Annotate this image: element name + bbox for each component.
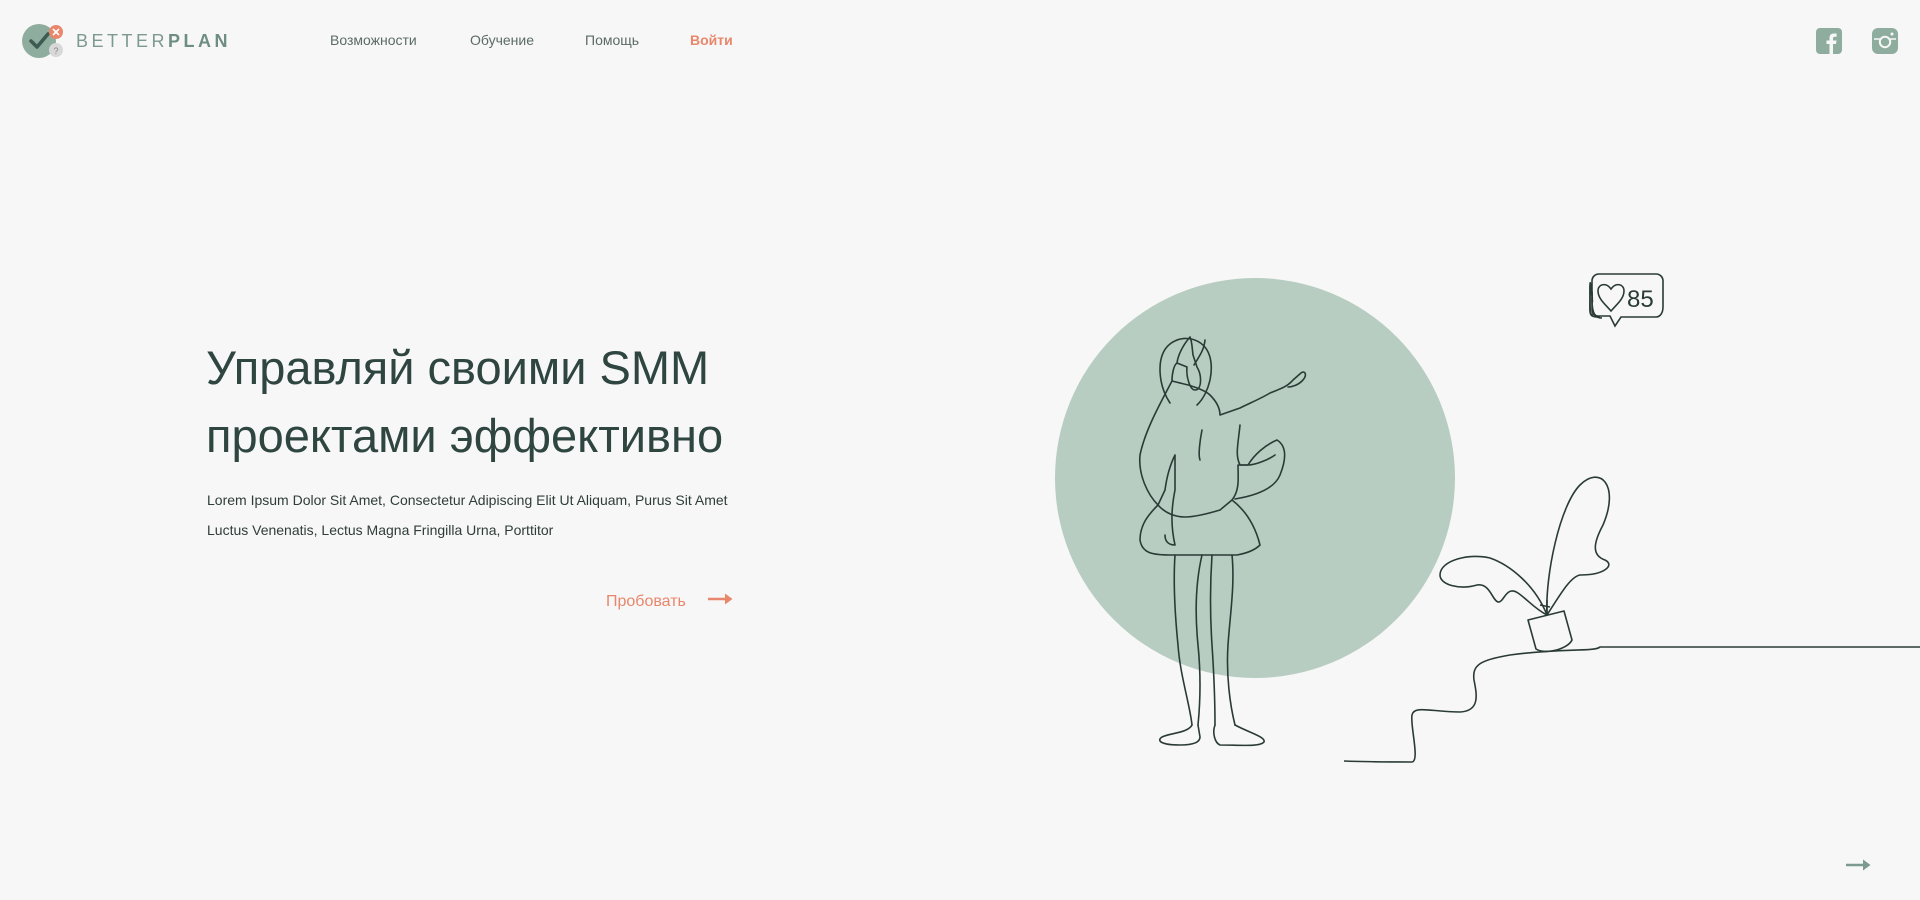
- arrow-right-icon: [707, 592, 734, 611]
- background-circle: [1055, 278, 1455, 678]
- nav-item-features[interactable]: Возможности: [330, 32, 417, 48]
- next-slide-arrow-icon[interactable]: [1846, 858, 1872, 877]
- site-header: ? BETTERPLAN Возможности Обучение Помощь…: [0, 0, 1920, 80]
- login-link[interactable]: Войти: [690, 32, 733, 48]
- hero-title-line-2: проектами эффективно: [206, 409, 724, 462]
- try-button[interactable]: Пробовать: [606, 592, 734, 611]
- facebook-icon[interactable]: [1816, 28, 1842, 54]
- plant-pot: [1439, 476, 1611, 653]
- hero-title-line-1: Управляй своими SMM: [206, 341, 710, 394]
- like-count: 85: [1627, 286, 1654, 313]
- svg-text:?: ?: [53, 46, 58, 56]
- hero-illustration: 85: [1040, 255, 1920, 795]
- instagram-icon[interactable]: [1872, 28, 1898, 54]
- brand-name-bold: PLAN: [168, 30, 232, 51]
- floor-line: [1343, 646, 1920, 763]
- logo-check-icon: ?: [22, 22, 63, 60]
- try-button-label: Пробовать: [606, 592, 686, 610]
- brand-name-light: BETTER: [76, 30, 169, 51]
- brand-logo[interactable]: ? BETTERPLAN: [22, 22, 231, 60]
- hero-title: Управляй своими SMM проектами эффективно: [206, 334, 846, 470]
- nav-item-help[interactable]: Помощь: [585, 32, 639, 48]
- hero-description-line-2: Luctus Venenatis, Lectus Magna Fringilla…: [207, 522, 554, 538]
- hero-description-line-1: Lorem Ipsum Dolor Sit Amet, Consectetur …: [207, 492, 728, 508]
- hero-description: Lorem Ipsum Dolor Sit Amet, Consectetur …: [207, 485, 827, 545]
- brand-name: BETTERPLAN: [76, 31, 231, 52]
- nav-item-learning[interactable]: Обучение: [470, 32, 534, 48]
